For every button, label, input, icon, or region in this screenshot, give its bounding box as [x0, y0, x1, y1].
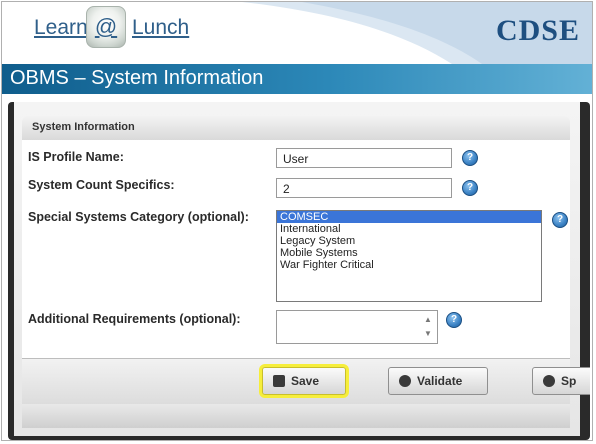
help-icon[interactable]: ?	[462, 150, 478, 166]
category-option-mobile[interactable]: Mobile Systems	[277, 247, 541, 259]
slide-frame: Learn @ Lunch CDSE OBMS – System Informa…	[1, 1, 593, 441]
help-icon[interactable]: ?	[552, 212, 568, 228]
panel-footer	[22, 404, 570, 428]
slide-title-bar: OBMS – System Information	[2, 64, 592, 94]
count-label: System Count Specifics:	[28, 178, 175, 192]
spell-check-button[interactable]: Sp	[532, 367, 590, 395]
spell-check-button-label: Sp	[561, 374, 577, 388]
profile-name-input[interactable]: User	[276, 148, 452, 168]
category-listbox[interactable]: COMSEC International Legacy System Mobil…	[276, 210, 542, 302]
slide-header: Learn @ Lunch CDSE	[2, 2, 592, 64]
additional-label: Additional Requirements (optional):	[28, 312, 241, 326]
section-title: System Information	[32, 121, 135, 133]
slide-title: OBMS – System Information	[10, 67, 264, 89]
scroll-down-icon[interactable]: ▼	[423, 329, 433, 339]
validate-button-label: Validate	[417, 374, 463, 388]
scroll-up-icon[interactable]: ▲	[423, 315, 433, 325]
logo-lunch-text: Lunch	[132, 16, 190, 39]
validate-button[interactable]: Validate	[388, 367, 488, 395]
panel-inner: System Information IS Profile Name: User…	[14, 102, 590, 436]
brand-logo: CDSE	[495, 14, 580, 47]
category-option-comsec[interactable]: COMSEC	[277, 211, 541, 223]
category-option-international[interactable]: International	[277, 223, 541, 235]
count-input[interactable]: 2	[276, 178, 452, 198]
screenshot-panel: System Information IS Profile Name: User…	[8, 102, 590, 440]
save-button-label: Save	[291, 374, 320, 388]
save-icon	[273, 375, 285, 387]
button-bar: Save Validate Sp	[22, 358, 590, 405]
save-button[interactable]: Save	[262, 367, 346, 395]
category-option-legacy[interactable]: Legacy System	[277, 235, 541, 247]
logo-at-text: @	[94, 14, 118, 39]
profile-name-label: IS Profile Name:	[28, 150, 124, 164]
help-icon[interactable]: ?	[446, 312, 462, 328]
info-icon	[399, 375, 411, 387]
logo-plate-icon: @	[86, 6, 126, 48]
category-label: Special Systems Category (optional):	[28, 210, 249, 224]
logo-learn-text: Learn	[34, 16, 88, 39]
additional-textarea[interactable]: ▲ ▼	[276, 310, 438, 344]
help-icon[interactable]: ?	[462, 180, 478, 196]
category-option-warfighter[interactable]: War Fighter Critical	[277, 259, 541, 271]
section-header: System Information	[22, 116, 570, 141]
form-area: IS Profile Name: User ? System Count Spe…	[22, 140, 570, 358]
check-icon	[543, 375, 555, 387]
